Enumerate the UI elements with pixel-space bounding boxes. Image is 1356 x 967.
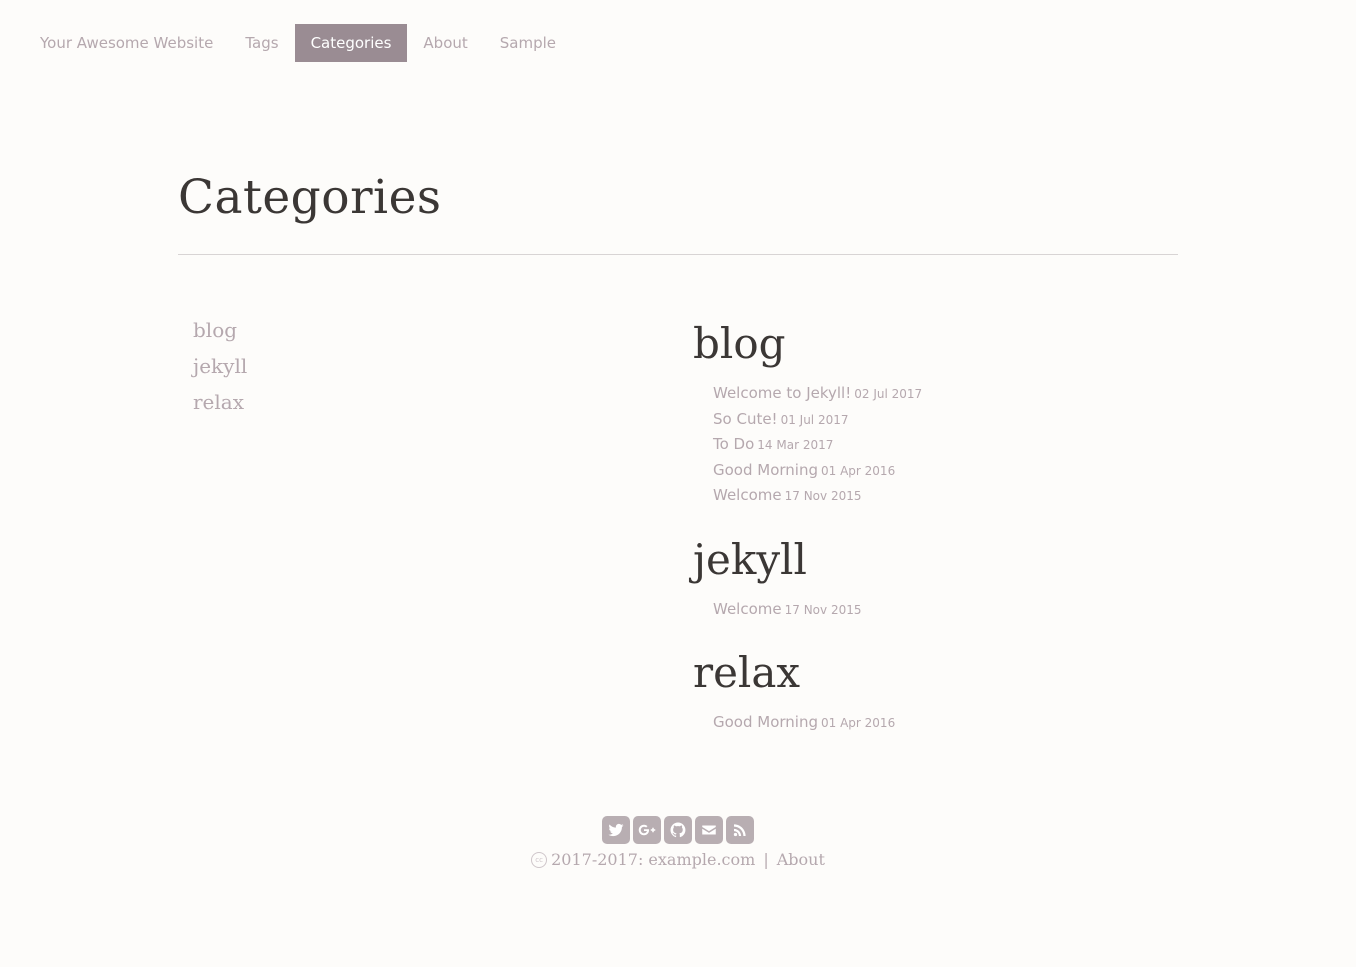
post-link[interactable]: Good Morning (713, 713, 818, 731)
post-item: Good Morning 01 Apr 2016 (713, 457, 1173, 483)
post-list: Good Morning 01 Apr 2016 (693, 709, 1173, 735)
footer: cc 2017-2017: example.com | About (0, 816, 1356, 869)
post-list: Welcome to Jekyll! 02 Jul 2017 So Cute! 01… (693, 380, 1173, 508)
post-item: Welcome to Jekyll! 02 Jul 2017 (713, 380, 1173, 406)
post-item: Welcome 17 Nov 2015 (713, 596, 1173, 622)
post-link[interactable]: So Cute! (713, 410, 778, 428)
post-item: Good Morning 01 Apr 2016 (713, 709, 1173, 735)
footer-about-link[interactable]: About (777, 850, 825, 869)
google-plus-icon[interactable] (633, 816, 661, 844)
nav-item-sample[interactable]: Sample (484, 24, 572, 62)
footer-copyright-line: cc 2017-2017: example.com | About (0, 850, 1356, 869)
post-date: 01 Apr 2016 (821, 716, 896, 730)
page-title: Categories (178, 170, 442, 225)
post-link[interactable]: Welcome (713, 486, 782, 504)
nav-brand-link[interactable]: Your Awesome Website (24, 24, 229, 62)
section-heading: relax (693, 648, 801, 697)
post-date: 02 Jul 2017 (854, 387, 923, 401)
email-icon[interactable] (695, 816, 723, 844)
nav-item-tags[interactable]: Tags (229, 24, 294, 62)
social-links (0, 816, 1356, 844)
category-link-relax[interactable]: relax (193, 388, 247, 424)
twitter-icon[interactable] (602, 816, 630, 844)
category-section-blog: blog Welcome to Jekyll! 02 Jul 2017 So Cu… (693, 316, 1173, 508)
category-index: blog jekyll relax (193, 316, 247, 424)
github-icon[interactable] (664, 816, 692, 844)
post-date: 17 Nov 2015 (784, 602, 862, 617)
creative-commons-icon: cc (531, 851, 548, 868)
title-divider (178, 254, 1178, 255)
top-navbar: Your Awesome Website Tags Categories Abo… (24, 24, 572, 62)
post-list: Welcome 17 Nov 2015 (693, 596, 1173, 622)
category-section-jekyll: jekyll Welcome 17 Nov 2015 (693, 532, 1173, 622)
post-item: To Do 14 Mar 2017 (713, 431, 1173, 457)
rss-icon[interactable] (726, 816, 754, 844)
post-date: 17 Nov 2015 (784, 489, 862, 503)
section-heading: jekyll (693, 534, 807, 584)
footer-separator: | (763, 850, 769, 869)
copyright-text: 2017-2017: example.com (551, 850, 756, 869)
category-sections: blog Welcome to Jekyll! 02 Jul 2017 So Cu… (693, 316, 1173, 759)
post-link[interactable]: Welcome to Jekyll! (713, 384, 851, 402)
post-item: Welcome 17 Nov 2015 (713, 482, 1173, 508)
post-item: So Cute! 01 Jul 2017 (713, 406, 1173, 432)
nav-item-about[interactable]: About (407, 24, 483, 62)
post-link[interactable]: Good Morning (713, 461, 818, 479)
nav-item-categories[interactable]: Categories (294, 24, 408, 62)
post-date: 01 Jul 2017 (780, 412, 849, 427)
category-section-relax: relax Good Morning 01 Apr 2016 (693, 645, 1173, 735)
section-heading: blog (693, 319, 786, 368)
post-date: 01 Apr 2016 (821, 463, 896, 478)
category-link-jekyll[interactable]: jekyll (193, 352, 247, 388)
category-link-blog[interactable]: blog (193, 316, 247, 352)
post-link[interactable]: To Do (713, 435, 754, 453)
post-date: 14 Mar 2017 (757, 438, 834, 452)
post-link[interactable]: Welcome (713, 600, 782, 618)
